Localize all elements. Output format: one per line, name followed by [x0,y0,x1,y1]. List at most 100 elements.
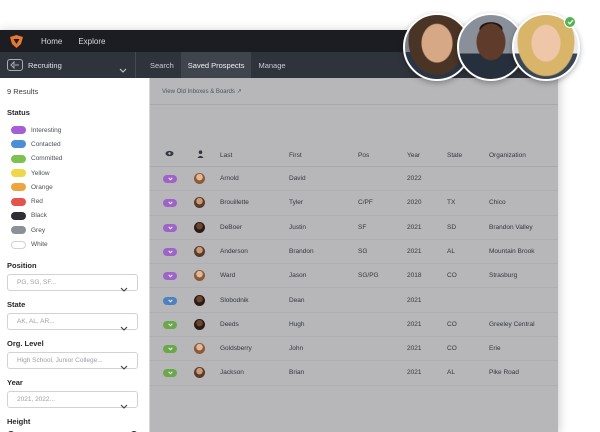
cell-organization: Brandon Valley [489,223,533,231]
position-placeholder: PG, SG, SF... [17,278,57,286]
column-header-organization[interactable]: Organization [489,152,526,159]
nav-explore-link[interactable]: Explore [78,37,105,46]
column-header-first[interactable]: First [289,152,302,159]
table-row[interactable]: Goldsberry John 2021 CO Erie [150,337,558,362]
height-title: Height [7,416,31,426]
status-tag-dropdown[interactable] [163,223,177,232]
cell-organization: Erie [489,345,501,353]
cell-first: Jason [289,272,307,280]
status-label: Black [31,212,47,220]
avatar [194,197,205,209]
status-tag-dropdown[interactable] [163,296,177,305]
status-label: White [31,241,48,249]
eye-icon[interactable] [165,150,174,159]
cell-pos: SG [358,247,368,255]
cell-last: Ward [220,272,236,280]
table-row[interactable]: Brouillette Tyler C/PF 2020 TX Chico [150,191,558,216]
avatar [194,245,205,257]
cell-last: Jackson [220,369,244,377]
status-tag-dropdown[interactable] [163,247,177,256]
workspace-label: Recruiting [28,60,62,70]
table-row[interactable]: Anderson Brandon SG 2021 AL Mountain Brook [150,240,558,265]
person-icon[interactable] [197,150,204,160]
status-color-swatch [11,169,26,178]
link-bar: View Old Inboxes & Boards ↗ [150,78,558,105]
status-option[interactable]: Interesting [7,123,142,137]
cell-state: AL [447,247,455,255]
status-option[interactable]: Grey [7,223,142,237]
column-header-year[interactable]: Year [407,152,420,159]
status-label: Contacted [31,140,61,148]
tab-manage[interactable]: Manage [251,52,292,78]
cell-last: DeBoer [220,223,243,231]
table-row[interactable]: Jackson Brian 2021 AL Pike Road [150,361,558,386]
status-color-swatch [11,211,26,220]
status-label: Interesting [31,126,62,134]
chevron-down-icon [167,274,173,278]
nav-home-link[interactable]: Home [41,37,62,46]
status-option[interactable]: Orange [7,180,142,194]
status-option[interactable]: Black [7,209,142,223]
status-color-swatch [11,240,26,249]
status-tag-dropdown[interactable] [163,345,177,354]
cell-organization: Strasburg [489,272,518,280]
avatar [194,367,205,379]
position-select[interactable]: PG, SG, SF... [7,273,138,292]
state-select[interactable]: AK, AL, AR... [7,312,138,331]
old-inboxes-link[interactable]: View Old Inboxes & Boards ↗ [162,88,242,95]
cell-last: Goldsberry [220,345,252,353]
status-option[interactable]: Yellow [7,166,142,180]
column-header-pos[interactable]: Pos [358,152,369,159]
status-tag-dropdown[interactable] [163,320,177,329]
table-row[interactable]: Ward Jason SG/PG 2018 CO Strasburg [150,264,558,289]
status-label: Orange [31,183,53,191]
avatar [194,294,205,306]
cell-state: TX [447,199,456,207]
status-color-swatch [11,154,26,163]
avatar [194,318,205,330]
cell-first: Dean [289,296,305,304]
chevron-down-icon [120,358,128,376]
table-row[interactable]: DeBoer Justin SF 2021 SD Brandon Valley [150,216,558,240]
table-row[interactable]: Slobodnik Dean 2021 [150,289,558,313]
cell-year: 2021 [407,223,422,231]
cell-first: Brandon [289,247,314,255]
status-label: Red [31,198,43,206]
year-select[interactable]: 2021, 2022... [7,390,138,409]
cell-year: 2022 [407,175,422,182]
state-title: State [7,299,26,309]
status-option[interactable]: Committed [7,152,142,166]
status-tag-dropdown[interactable] [163,369,177,378]
status-option[interactable]: Contacted [7,137,142,151]
org-level-select[interactable]: High School, Junior College... [7,351,138,370]
cell-organization: Mountain Brook [489,247,535,255]
chevron-down-icon [167,226,173,230]
brand-logo-icon[interactable] [9,34,25,48]
chevron-down-icon [167,347,173,351]
table-row[interactable]: Arnold David 2022 [150,167,558,192]
tab-search[interactable]: Search [143,52,181,78]
status-option[interactable]: Red [7,194,142,208]
cell-year: 2021 [407,320,422,328]
table-row[interactable]: Deeds Hugh 2021 CO Greeley Central [150,313,558,338]
cell-last: Arnold [220,175,239,182]
cell-year: 2021 [407,296,422,304]
status-tag-dropdown[interactable] [163,199,177,208]
avatar [194,270,205,282]
status-color-swatch [11,197,26,206]
avatar [194,221,205,233]
status-label: Grey [31,226,46,234]
cell-state: CO [447,320,457,328]
status-tag-dropdown[interactable] [163,175,177,183]
tab-saved-prospects[interactable]: Saved Prospects [180,52,252,78]
status-color-swatch [11,183,26,192]
status-option[interactable]: White [7,237,142,251]
cell-year: 2021 [407,247,422,255]
chevron-down-icon [167,323,173,327]
status-tag-dropdown[interactable] [163,272,177,281]
cell-pos: SF [358,223,367,231]
column-header-last[interactable]: Last [220,152,232,159]
workspace-selector[interactable]: Recruiting [0,52,136,78]
chevron-down-icon [119,61,127,79]
column-header-state[interactable]: State [447,152,462,159]
